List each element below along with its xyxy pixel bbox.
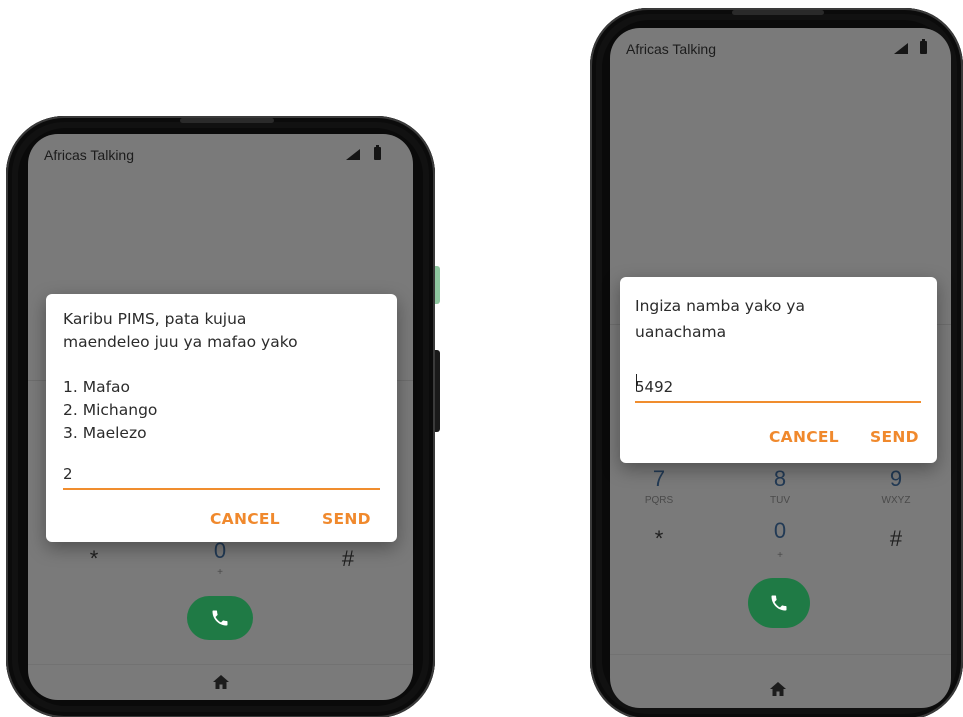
membership-number-input[interactable]: 5492	[635, 373, 921, 403]
battery-icon	[920, 39, 927, 54]
send-button[interactable]: SEND	[870, 428, 919, 446]
keypad-key-9-letters: WXYZ	[881, 495, 911, 506]
menu-item-michango: 2. Michango	[63, 401, 158, 419]
left-status-bar: Africas Talking	[28, 134, 413, 178]
keypad-key-star[interactable]: *	[619, 526, 699, 552]
text-caret	[636, 374, 637, 391]
keypad-key-7-letters: PQRS	[644, 495, 674, 506]
keypad-key-hash[interactable]: #	[856, 526, 936, 552]
left-phone-power-button	[435, 350, 440, 432]
left-bottom-divider	[28, 664, 413, 665]
right-status-bar: Africas Talking	[610, 28, 951, 72]
keypad-key-9[interactable]: 9	[856, 466, 936, 492]
keypad-key-star[interactable]: *	[54, 546, 134, 572]
menu-item-mafao: 1. Mafao	[63, 378, 131, 396]
keypad-key-0[interactable]: 0	[740, 518, 820, 544]
cancel-button[interactable]: CANCEL	[210, 510, 280, 528]
membership-number-value-wrap: 5492	[635, 374, 674, 396]
left-phone-frame: Africas Talking * 0 + # Karibu PIMS, pat…	[6, 116, 440, 717]
dialog-message-line2: uanachama	[635, 323, 727, 341]
left-app-title: Africas Talking	[44, 147, 135, 163]
dialog-message-line1: Ingiza namba yako ya	[635, 297, 805, 315]
ussd-reply-input[interactable]: 2	[63, 460, 380, 490]
dialog-message-line1: Karibu PIMS, pata kujua	[63, 310, 247, 328]
send-button[interactable]: SEND	[322, 510, 371, 528]
menu-item-maelezo: 3. Maelezo	[63, 424, 147, 442]
cancel-button[interactable]: CANCEL	[769, 428, 839, 446]
ussd-reply-value: 2	[63, 465, 73, 483]
left-phone-volume-button	[435, 266, 440, 304]
keypad-key-0-plus: +	[777, 550, 783, 561]
right-app-title: Africas Talking	[626, 41, 717, 57]
battery-icon	[374, 145, 381, 160]
phone-icon	[771, 595, 787, 611]
keypad-key-0-plus: +	[217, 567, 223, 578]
dialog-message-line2: maendeleo juu ya mafao yako	[63, 333, 298, 351]
left-ussd-dialog: Karibu PIMS, pata kujua maendeleo juu ya…	[46, 294, 397, 542]
call-button[interactable]	[187, 596, 253, 640]
right-phone-frame: Africas Talking 7 PQRS 8 TUV 9 WXYZ * 0 …	[590, 8, 963, 717]
keypad-key-8[interactable]: 8	[740, 466, 820, 492]
signal-icon	[346, 149, 360, 160]
right-phone-speaker	[732, 10, 824, 15]
keypad-key-7[interactable]: 7	[619, 466, 699, 492]
right-bottom-divider	[610, 654, 951, 655]
signal-icon	[894, 43, 908, 54]
keypad-key-hash[interactable]: #	[308, 546, 388, 572]
right-ussd-dialog: Ingiza namba yako ya uanachama 5492 CANC…	[620, 277, 937, 463]
keypad-key-8-letters: TUV	[770, 495, 790, 506]
left-phone-speaker	[180, 118, 274, 123]
home-icon[interactable]	[213, 675, 229, 689]
call-button[interactable]	[748, 578, 810, 628]
membership-number-value: 5492	[635, 378, 674, 396]
home-icon[interactable]	[770, 682, 786, 696]
phone-icon	[212, 610, 228, 626]
